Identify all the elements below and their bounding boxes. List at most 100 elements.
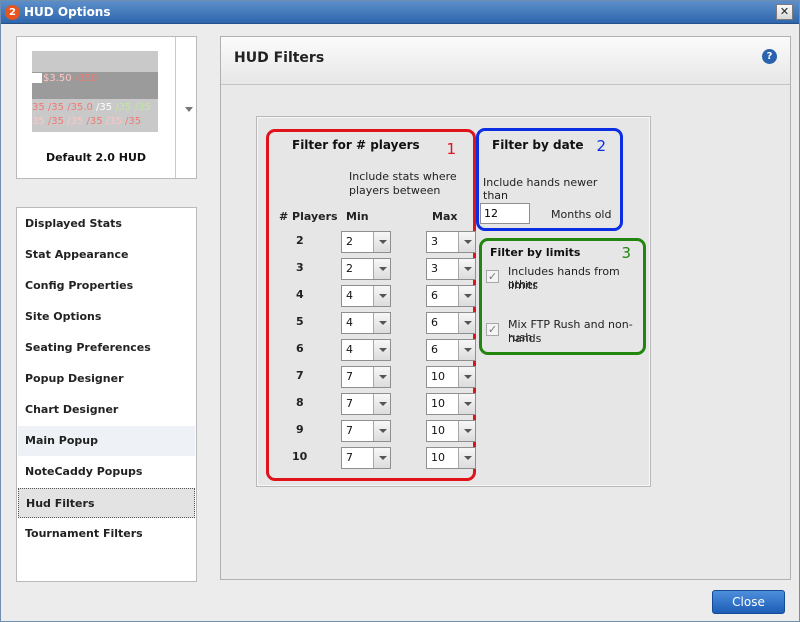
max-players-value: 3 <box>431 262 438 275</box>
nav-item-stat-appearance[interactable]: Stat Appearance <box>18 240 195 270</box>
col-header-max: Max <box>432 210 458 223</box>
months-input[interactable] <box>480 203 530 224</box>
max-players-dropdown[interactable]: 6 <box>426 312 476 334</box>
min-players-dropdown[interactable]: 4 <box>341 312 391 334</box>
max-players-dropdown[interactable]: 10 <box>426 447 476 469</box>
preview-bb-value: $3.50 <box>43 73 72 84</box>
min-players-dropdown[interactable]: 7 <box>341 393 391 415</box>
help-icon[interactable]: ? <box>762 49 777 64</box>
min-players-value: 7 <box>346 424 353 437</box>
max-players-value: 6 <box>431 343 438 356</box>
players-filter-desc-2: players between <box>349 184 441 197</box>
max-players-dropdown[interactable]: 10 <box>426 420 476 442</box>
preview-stat: /35 <box>86 116 103 127</box>
nav-item-site-options[interactable]: Site Options <box>18 302 195 332</box>
date-filter-title: Filter by date <box>492 138 584 152</box>
window-title: HUD Options <box>24 5 111 19</box>
max-players-dropdown[interactable]: 3 <box>426 231 476 253</box>
nav-item-displayed-stats[interactable]: Displayed Stats <box>18 209 195 239</box>
chevron-down-icon[interactable] <box>458 286 475 306</box>
date-filter-label: Include hands newer than <box>483 176 598 202</box>
chevron-down-icon[interactable] <box>373 448 390 468</box>
limits-filter-title: Filter by limits <box>490 246 581 259</box>
max-players-dropdown[interactable]: 6 <box>426 285 476 307</box>
chevron-down-icon[interactable] <box>458 259 475 279</box>
players-count-label: 6 <box>296 342 304 355</box>
mix-rush-hands-checkbox[interactable]: ✓ <box>486 323 499 336</box>
min-players-value: 4 <box>346 316 353 329</box>
chevron-down-icon[interactable] <box>373 286 390 306</box>
include-other-limits-checkbox[interactable]: ✓ <box>486 270 499 283</box>
players-count-label: 7 <box>296 369 304 382</box>
max-players-value: 10 <box>431 370 445 383</box>
preview-stat: /35 <box>115 102 132 113</box>
chevron-down-icon[interactable] <box>373 394 390 414</box>
chevron-down-icon[interactable] <box>373 340 390 360</box>
min-players-dropdown[interactable]: 4 <box>341 339 391 361</box>
max-players-dropdown[interactable]: 3 <box>426 258 476 280</box>
mix-rush-hands-label-2: hands <box>508 332 542 345</box>
chevron-down-icon[interactable] <box>458 448 475 468</box>
players-filter-group: Filter for # players 1 Include stats whe… <box>266 129 476 481</box>
min-players-dropdown[interactable]: 2 <box>341 231 391 253</box>
content-panel: HUD Filters ? Filter for # players 1 Inc… <box>220 36 791 580</box>
min-players-dropdown[interactable]: 7 <box>341 420 391 442</box>
title-bar[interactable]: 2 HUD Options ✕ <box>1 1 799 24</box>
players-count-label: 8 <box>296 396 304 409</box>
options-nav: Displayed Stats Stat Appearance Config P… <box>16 207 197 582</box>
chevron-down-icon[interactable] <box>185 107 193 112</box>
preview-stat: 35 <box>32 102 45 113</box>
months-value[interactable] <box>481 204 529 223</box>
nav-item-config-properties[interactable]: Config Properties <box>18 271 195 301</box>
players-filter-title: Filter for # players <box>292 138 420 152</box>
max-players-dropdown[interactable]: 10 <box>426 366 476 388</box>
preview-marker <box>32 73 42 83</box>
players-count-label: 2 <box>296 234 304 247</box>
nav-item-notecaddy-popups[interactable]: NoteCaddy Popups <box>18 457 195 487</box>
nav-item-hud-filters[interactable]: Hud Filters <box>18 488 195 518</box>
min-players-value: 4 <box>346 343 353 356</box>
chevron-down-icon[interactable] <box>458 232 475 252</box>
preview-divider <box>175 37 176 178</box>
content-header: HUD Filters ? <box>221 37 790 85</box>
chevron-down-icon[interactable] <box>458 340 475 360</box>
preview-stat: /35 <box>125 116 142 127</box>
min-players-dropdown[interactable]: 7 <box>341 366 391 388</box>
chevron-down-icon[interactable] <box>373 367 390 387</box>
preview-row-1: $3.50 /350 <box>43 73 97 84</box>
app-logo-icon: 2 <box>5 5 20 20</box>
chevron-down-icon[interactable] <box>458 313 475 333</box>
players-count-label: 9 <box>296 423 304 436</box>
close-button[interactable]: Close <box>712 590 785 614</box>
min-players-dropdown[interactable]: 4 <box>341 285 391 307</box>
chevron-down-icon[interactable] <box>458 421 475 441</box>
min-players-value: 7 <box>346 397 353 410</box>
months-unit-label: Months old <box>551 208 612 221</box>
chevron-down-icon[interactable] <box>373 259 390 279</box>
nav-item-main-popup[interactable]: Main Popup <box>18 426 195 456</box>
preview-stat: /35 <box>96 102 113 113</box>
max-players-dropdown[interactable]: 6 <box>426 339 476 361</box>
col-header-players: # Players <box>279 210 338 223</box>
max-players-dropdown[interactable]: 10 <box>426 393 476 415</box>
min-players-dropdown[interactable]: 7 <box>341 447 391 469</box>
nav-item-seating-preferences[interactable]: Seating Preferences <box>18 333 195 363</box>
chevron-down-icon[interactable] <box>458 367 475 387</box>
chevron-down-icon[interactable] <box>458 394 475 414</box>
chevron-down-icon[interactable] <box>373 232 390 252</box>
nav-item-popup-designer[interactable]: Popup Designer <box>18 364 195 394</box>
hud-preview-selector[interactable]: $3.50 /350 35 /35 /35.0 /35 /35 /35 35 /… <box>16 36 197 179</box>
group-number-2: 2 <box>596 137 606 155</box>
max-players-value: 6 <box>431 289 438 302</box>
nav-item-chart-designer[interactable]: Chart Designer <box>18 395 195 425</box>
min-players-value: 2 <box>346 235 353 248</box>
preview-stat: /35 <box>67 116 84 127</box>
min-players-dropdown[interactable]: 2 <box>341 258 391 280</box>
window-close-icon[interactable]: ✕ <box>776 4 793 20</box>
preview-row-2: 35 /35 /35.0 /35 /35 /35 <box>32 102 151 113</box>
nav-item-tournament-filters[interactable]: Tournament Filters <box>18 519 195 549</box>
players-count-label: 10 <box>292 450 308 463</box>
chevron-down-icon[interactable] <box>373 421 390 441</box>
chevron-down-icon[interactable] <box>373 313 390 333</box>
min-players-value: 7 <box>346 451 353 464</box>
